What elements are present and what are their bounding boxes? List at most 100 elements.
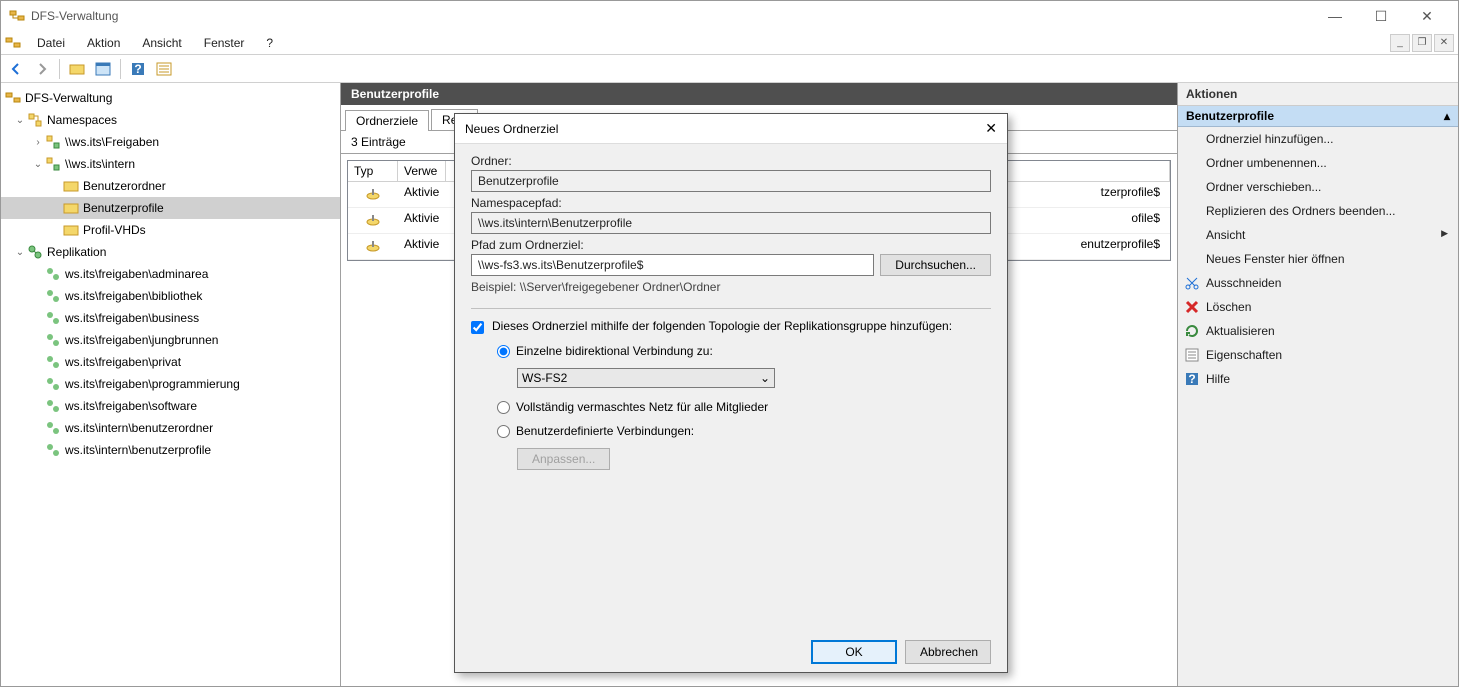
tree-rep-item[interactable]: ws.its\freigaben\software <box>1 395 340 417</box>
tool-help-icon[interactable]: ? <box>127 58 149 80</box>
nspath-field: \\ws.its\intern\Benutzerprofile <box>471 212 991 234</box>
toolbar: ? <box>1 55 1458 83</box>
tree-rep-item[interactable]: ws.its\freigaben\business <box>1 307 340 329</box>
tree-profil-vhds[interactable]: Profil-VHDs <box>1 219 340 241</box>
rep-group-icon <box>45 398 61 414</box>
tree-benutzerordner[interactable]: Benutzerordner <box>1 175 340 197</box>
folder-icon <box>63 222 79 238</box>
action-delete[interactable]: Löschen <box>1178 295 1458 319</box>
action-help[interactable]: ? Hilfe <box>1178 367 1458 391</box>
mdi-minimize[interactable]: _ <box>1390 34 1410 52</box>
app-icon <box>9 8 25 24</box>
properties-icon <box>1184 347 1200 363</box>
chevron-down-icon[interactable]: ⌄ <box>13 247 27 258</box>
dfs-icon <box>5 90 21 106</box>
tree-root[interactable]: DFS-Verwaltung <box>1 87 340 109</box>
tree-rep-item[interactable]: ws.its\freigaben\privat <box>1 351 340 373</box>
menu-file[interactable]: Datei <box>27 34 75 52</box>
connection-select[interactable]: WS-FS2 ⌄ <box>517 368 775 388</box>
namespace-icon <box>27 112 43 128</box>
rep-group-icon <box>45 354 61 370</box>
mdi-restore[interactable]: ❐ <box>1412 34 1432 52</box>
mdi-close[interactable]: ✕ <box>1434 34 1454 52</box>
menu-view[interactable]: Ansicht <box>132 34 191 52</box>
panel-title: Benutzerprofile <box>341 83 1177 105</box>
separator <box>120 59 121 79</box>
rep-group-icon <box>45 420 61 436</box>
radio-custom-label: Benutzerdefinierte Verbindungen: <box>516 424 694 438</box>
tree-ns-freigaben[interactable]: › \\ws.its\Freigaben <box>1 131 340 153</box>
target-path-input[interactable] <box>471 254 874 276</box>
maximize-button[interactable]: ☐ <box>1358 1 1404 31</box>
menu-bar: Datei Aktion Ansicht Fenster ? _ ❐ ✕ <box>1 31 1458 55</box>
replication-icon <box>27 244 43 260</box>
collapse-icon[interactable]: ▴ <box>1444 109 1450 123</box>
col-verw[interactable]: Verwe <box>398 161 446 181</box>
rep-group-icon <box>45 376 61 392</box>
minimize-button[interactable]: — <box>1312 1 1358 31</box>
forward-button[interactable] <box>31 58 53 80</box>
chevron-down-icon[interactable]: ⌄ <box>31 159 45 170</box>
tree-rep-item[interactable]: ws.its\freigaben\jungbrunnen <box>1 329 340 351</box>
tree-rep-item[interactable]: ws.its\freigaben\programmierung <box>1 373 340 395</box>
window-title: DFS-Verwaltung <box>31 9 118 23</box>
target-icon <box>365 211 381 227</box>
dialog-new-folder-target: Neues Ordnerziel ✕ Ordner: Benutzerprofi… <box>454 113 1008 673</box>
tree-replication[interactable]: ⌄ Replikation <box>1 241 340 263</box>
tree-ns-intern[interactable]: ⌄ \\ws.its\intern <box>1 153 340 175</box>
share-icon <box>45 156 61 172</box>
action-cut[interactable]: Ausschneiden <box>1178 271 1458 295</box>
action-move[interactable]: Ordner verschieben... <box>1178 175 1458 199</box>
back-button[interactable] <box>5 58 27 80</box>
target-label: Pfad zum Ordnerziel: <box>471 238 991 252</box>
tree-rep-item[interactable]: ws.its\freigaben\bibliothek <box>1 285 340 307</box>
rep-group-icon <box>45 332 61 348</box>
action-new-window[interactable]: Neues Fenster hier öffnen <box>1178 247 1458 271</box>
tree-namespaces[interactable]: ⌄ Namespaces <box>1 109 340 131</box>
action-rename[interactable]: Ordner umbenennen... <box>1178 151 1458 175</box>
svg-text:?: ? <box>1188 372 1195 386</box>
delete-icon <box>1184 299 1200 315</box>
chevron-down-icon: ⌄ <box>760 371 770 385</box>
col-type[interactable]: Typ <box>348 161 398 181</box>
radio-custom[interactable] <box>497 425 510 438</box>
action-refresh[interactable]: Aktualisieren <box>1178 319 1458 343</box>
action-view[interactable]: Ansicht <box>1178 223 1458 247</box>
menu-window[interactable]: Fenster <box>194 34 255 52</box>
radio-bidirectional-label: Einzelne bidirektional Verbindung zu: <box>516 344 713 358</box>
folder-icon <box>63 178 79 194</box>
actions-section-header[interactable]: Benutzerprofile ▴ <box>1178 106 1458 127</box>
ok-button[interactable]: OK <box>811 640 897 664</box>
radio-full-mesh[interactable] <box>497 401 510 414</box>
scissors-icon <box>1184 275 1200 291</box>
menu-help[interactable]: ? <box>256 34 283 52</box>
nspath-label: Namespacepfad: <box>471 196 991 210</box>
actions-title: Aktionen <box>1178 83 1458 106</box>
rep-group-icon <box>45 288 61 304</box>
action-properties[interactable]: Eigenschaften <box>1178 343 1458 367</box>
menu-action[interactable]: Aktion <box>77 34 130 52</box>
cancel-button[interactable]: Abbrechen <box>905 640 991 664</box>
action-stop-replication[interactable]: Replizieren des Ordners beenden... <box>1178 199 1458 223</box>
topology-checkbox[interactable] <box>471 321 484 334</box>
close-button[interactable]: ✕ <box>1404 1 1450 31</box>
tab-ordnerziele[interactable]: Ordnerziele <box>345 110 429 131</box>
dialog-title-text: Neues Ordnerziel <box>465 122 558 136</box>
tool-list-icon[interactable] <box>153 58 175 80</box>
dialog-titlebar: Neues Ordnerziel ✕ <box>455 114 1007 144</box>
chevron-right-icon[interactable]: › <box>31 137 45 148</box>
radio-bidirectional[interactable] <box>497 345 510 358</box>
chevron-down-icon[interactable]: ⌄ <box>13 115 27 126</box>
tree-benutzerprofile[interactable]: Benutzerprofile <box>1 197 340 219</box>
tree-rep-item[interactable]: ws.its\intern\benutzerordner <box>1 417 340 439</box>
browse-button[interactable]: Durchsuchen... <box>880 254 991 276</box>
tree-rep-item[interactable]: ws.its\freigaben\adminarea <box>1 263 340 285</box>
tool-window-icon[interactable] <box>92 58 114 80</box>
help-icon: ? <box>1184 371 1200 387</box>
tool-folder-icon[interactable] <box>66 58 88 80</box>
example-text: Beispiel: \\Server\freigegebener Ordner\… <box>471 280 991 294</box>
dialog-close-icon[interactable]: ✕ <box>985 120 997 137</box>
target-icon <box>365 237 381 253</box>
tree-rep-item[interactable]: ws.its\intern\benutzerprofile <box>1 439 340 461</box>
action-add-target[interactable]: Ordnerziel hinzufügen... <box>1178 127 1458 151</box>
